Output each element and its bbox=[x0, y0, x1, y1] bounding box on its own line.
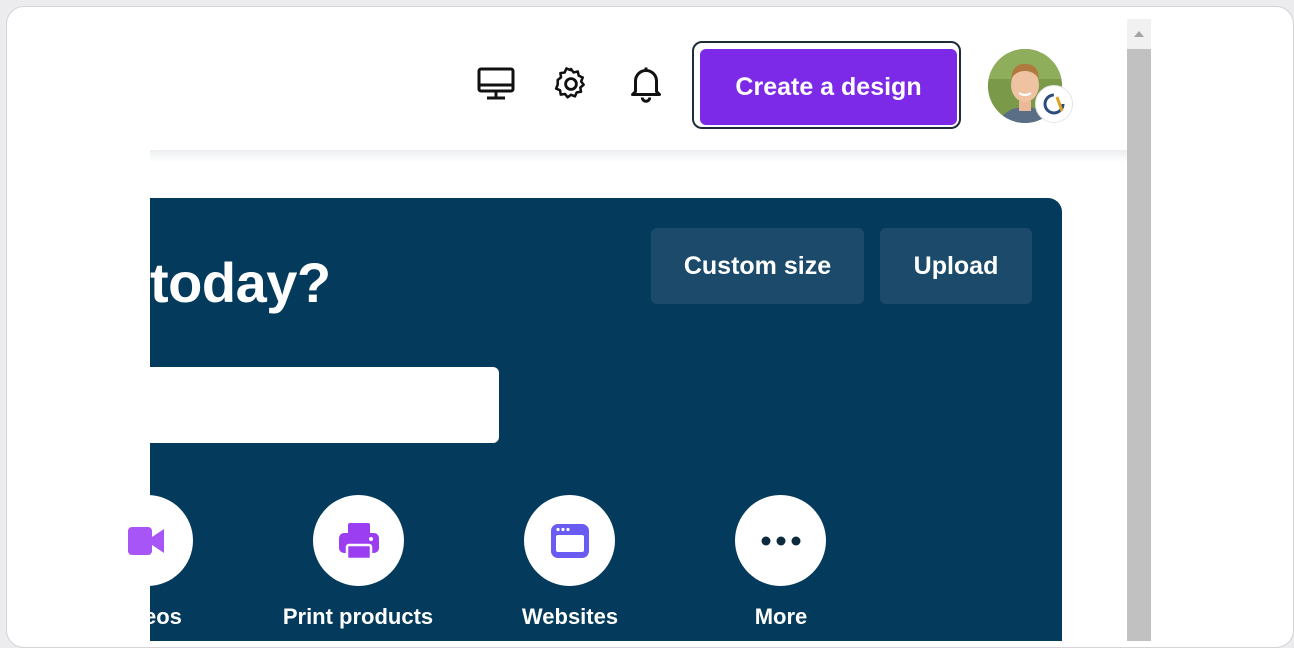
bell-icon bbox=[631, 67, 661, 103]
category-websites-label[interactable]: Websites bbox=[490, 604, 650, 630]
caret-up-icon bbox=[1134, 31, 1144, 37]
browser-window-icon bbox=[550, 523, 589, 558]
app-window: Create a design today? Custom size Uploa… bbox=[6, 6, 1294, 648]
notifications-button[interactable] bbox=[623, 61, 669, 107]
hero-headline: today? bbox=[150, 251, 331, 314]
gear-icon bbox=[554, 67, 585, 99]
more-dots-icon bbox=[761, 536, 800, 545]
team-badge bbox=[1035, 85, 1073, 123]
header-divider bbox=[150, 150, 1127, 162]
printer-icon bbox=[338, 522, 379, 560]
scrollbar-thumb[interactable] bbox=[1127, 49, 1151, 641]
vertical-scrollbar[interactable] bbox=[1127, 19, 1151, 641]
upload-button[interactable]: Upload bbox=[880, 228, 1032, 304]
category-videos-label[interactable]: eos bbox=[144, 604, 204, 630]
team-logo-icon bbox=[1043, 93, 1065, 115]
category-websites[interactable] bbox=[524, 495, 615, 586]
search-input[interactable] bbox=[150, 367, 499, 443]
scroll-up-button[interactable] bbox=[1127, 19, 1151, 49]
settings-button[interactable] bbox=[548, 61, 594, 107]
category-more[interactable] bbox=[735, 495, 826, 586]
category-print-products[interactable] bbox=[313, 495, 404, 586]
category-videos[interactable] bbox=[102, 495, 193, 586]
category-print-products-label[interactable]: Print products bbox=[258, 604, 458, 630]
custom-size-button[interactable]: Custom size bbox=[651, 228, 864, 304]
create-design-button[interactable]: Create a design bbox=[700, 49, 957, 125]
category-more-label[interactable]: More bbox=[731, 604, 831, 630]
video-icon bbox=[127, 526, 164, 555]
desktop-icon bbox=[477, 67, 515, 100]
main-content: Create a design today? Custom size Uploa… bbox=[7, 7, 1127, 641]
hero-banner: today? Custom size Upload eos Print prod… bbox=[102, 198, 1062, 641]
desktop-app-button[interactable] bbox=[473, 61, 519, 107]
